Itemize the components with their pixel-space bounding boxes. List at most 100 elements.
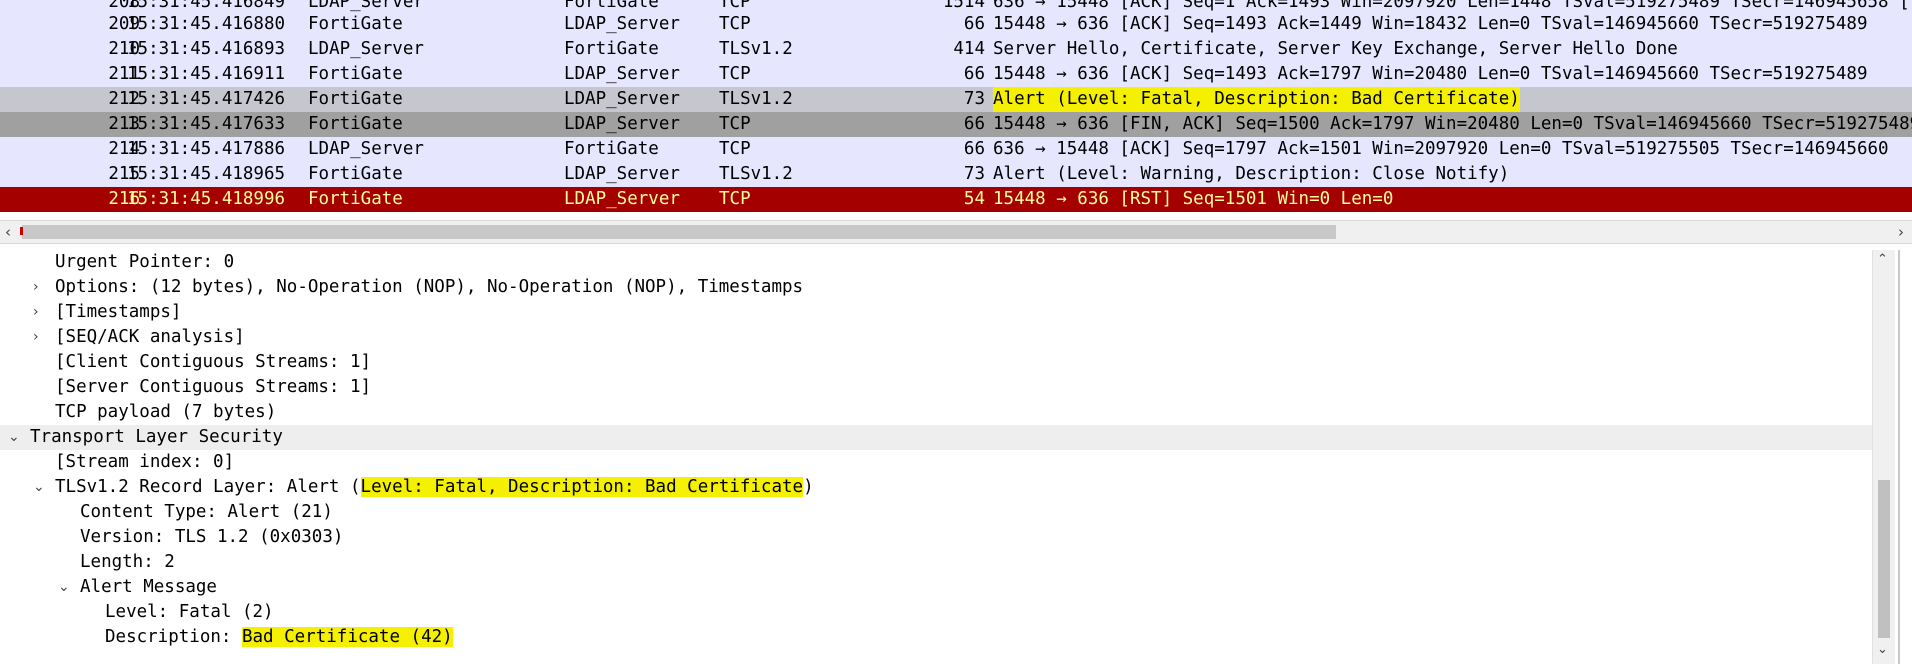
packet-source: FortiGate bbox=[308, 114, 403, 134]
packet-time: 15:31:45.417426 bbox=[127, 89, 286, 109]
detail-text: Options: (12 bytes), No-Operation (NOP),… bbox=[55, 277, 804, 297]
chevron-down-icon[interactable]: ⌄ bbox=[33, 475, 45, 500]
detail-timestamps[interactable]: › [Timestamps] bbox=[0, 300, 1872, 325]
chevron-right-icon[interactable]: › bbox=[33, 300, 39, 325]
detail-text: TLSv1.2 Record Layer: Alert (Level: Fata… bbox=[55, 475, 814, 500]
packet-row-211[interactable]: 211 15:31:45.416911 FortiGate LDAP_Serve… bbox=[0, 62, 1912, 87]
detail-alert-description[interactable]: Description: Bad Certificate (42) bbox=[0, 625, 1872, 650]
detail-server-streams[interactable]: [Server Contiguous Streams: 1] bbox=[0, 375, 1872, 400]
detail-text: Transport Layer Security bbox=[30, 427, 283, 447]
packet-destination: LDAP_Server bbox=[564, 64, 680, 84]
packet-destination: LDAP_Server bbox=[564, 114, 680, 134]
packet-details-tree[interactable]: Urgent Pointer: 0 › Options: (12 bytes),… bbox=[0, 250, 1872, 664]
scroll-down-icon[interactable]: ⌄ bbox=[1877, 642, 1888, 657]
chevron-right-icon[interactable]: › bbox=[33, 275, 39, 300]
detail-text: Level: Fatal (2) bbox=[105, 602, 274, 622]
packet-destination: FortiGate bbox=[564, 39, 659, 59]
record-layer-prefix: TLSv1.2 Record Layer: Alert ( bbox=[55, 477, 361, 497]
detail-text: [Timestamps] bbox=[55, 302, 182, 322]
detail-alert-message[interactable]: ⌄ Alert Message bbox=[0, 575, 1872, 600]
packet-info: 15448 → 636 [RST] Seq=1501 Win=0 Len=0 bbox=[993, 189, 1394, 209]
packet-length: 66 bbox=[963, 139, 985, 159]
record-layer-highlight: Level: Fatal, Description: Bad Certifica… bbox=[360, 477, 804, 497]
description-prefix: Description: bbox=[105, 627, 242, 647]
record-layer-suffix: ) bbox=[803, 477, 814, 497]
packet-time: 15:31:45.417633 bbox=[127, 114, 286, 134]
packet-source: FortiGate bbox=[308, 89, 403, 109]
packet-info: Alert (Level: Warning, Description: Clos… bbox=[993, 164, 1510, 184]
detail-text: TCP payload (7 bytes) bbox=[55, 402, 277, 422]
horizontal-scroll-thumb[interactable] bbox=[22, 225, 1336, 239]
packet-time: 15:31:45.416880 bbox=[127, 14, 286, 34]
detail-seq-ack-analysis[interactable]: › [SEQ/ACK analysis] bbox=[0, 325, 1872, 350]
packet-source: FortiGate bbox=[308, 189, 403, 209]
packet-info: 636 → 15448 [ACK] Seq=1797 Ack=1501 Win=… bbox=[993, 139, 1889, 159]
packet-row-214[interactable]: 214 15:31:45.417886 LDAP_Server FortiGat… bbox=[0, 137, 1912, 162]
packet-length: 414 bbox=[953, 39, 985, 59]
packet-length: 54 bbox=[963, 189, 985, 209]
packet-info: 15448 → 636 [ACK] Seq=1493 Ack=1797 Win=… bbox=[993, 64, 1868, 84]
chevron-down-icon[interactable]: ⌄ bbox=[58, 575, 70, 600]
detail-stream-index[interactable]: [Stream index: 0] bbox=[0, 450, 1872, 475]
packet-destination: LDAP_Server bbox=[564, 89, 680, 109]
packet-no: 209 bbox=[108, 14, 140, 34]
packet-length: 73 bbox=[963, 89, 985, 109]
pane-edge bbox=[1898, 250, 1900, 664]
packet-info: 15448 → 636 [FIN, ACK] Seq=1500 Ack=1797… bbox=[993, 114, 1912, 134]
scroll-left-icon[interactable]: ‹ bbox=[5, 221, 11, 243]
packet-row-215[interactable]: 215 15:31:45.418965 FortiGate LDAP_Serve… bbox=[0, 162, 1912, 187]
packet-destination: LDAP_Server bbox=[564, 189, 680, 209]
detail-client-streams[interactable]: [Client Contiguous Streams: 1] bbox=[0, 350, 1872, 375]
packet-list-horizontal-scrollbar[interactable]: ‹ › bbox=[0, 220, 1912, 244]
chevron-right-icon[interactable]: › bbox=[33, 325, 39, 350]
packet-protocol: TCP bbox=[719, 139, 751, 159]
detail-urgent-pointer[interactable]: Urgent Pointer: 0 bbox=[0, 250, 1872, 275]
packet-source: FortiGate bbox=[308, 164, 403, 184]
detail-text: Version: TLS 1.2 (0x0303) bbox=[80, 527, 344, 547]
detail-length[interactable]: Length: 2 bbox=[0, 550, 1872, 575]
packet-row-210[interactable]: 210 15:31:45.416893 LDAP_Server FortiGat… bbox=[0, 37, 1912, 62]
packet-row-209[interactable]: 209 15:31:45.416880 FortiGate LDAP_Serve… bbox=[0, 12, 1912, 37]
packet-row-213[interactable]: 213 15:31:45.417633 FortiGate LDAP_Serve… bbox=[0, 112, 1912, 137]
packet-info-highlighted: Alert (Level: Fatal, Description: Bad Ce… bbox=[993, 87, 1520, 112]
packet-no: 216 bbox=[108, 189, 140, 209]
packet-length: 66 bbox=[963, 114, 985, 134]
detail-text: Alert Message bbox=[80, 577, 217, 597]
description-highlight: Bad Certificate (42) bbox=[241, 627, 453, 647]
detail-content-type[interactable]: Content Type: Alert (21) bbox=[0, 500, 1872, 525]
packet-list[interactable]: 208 15:31:45.416849 LDAP_Server FortiGat… bbox=[0, 0, 1912, 214]
detail-transport-layer-security[interactable]: ⌄ Transport Layer Security bbox=[0, 425, 1872, 450]
detail-text: [SEQ/ACK analysis] bbox=[55, 327, 245, 347]
detail-version[interactable]: Version: TLS 1.2 (0x0303) bbox=[0, 525, 1872, 550]
packet-destination: LDAP_Server bbox=[564, 164, 680, 184]
packet-length: 66 bbox=[963, 14, 985, 34]
detail-tls-record-layer[interactable]: ⌄ TLSv1.2 Record Layer: Alert (Level: Fa… bbox=[0, 475, 1872, 500]
packet-no: 211 bbox=[108, 64, 140, 84]
packet-no: 214 bbox=[108, 139, 140, 159]
packet-row-216-rst[interactable]: 216 15:31:45.418996 FortiGate LDAP_Serve… bbox=[0, 187, 1912, 212]
packet-protocol: TCP bbox=[719, 64, 751, 84]
packet-protocol: TLSv1.2 bbox=[719, 164, 793, 184]
detail-tcp-payload[interactable]: TCP payload (7 bytes) bbox=[0, 400, 1872, 425]
detail-text: Length: 2 bbox=[80, 552, 175, 572]
detail-text: Urgent Pointer: 0 bbox=[55, 252, 235, 272]
packet-no: 212 bbox=[108, 89, 140, 109]
packet-protocol: TLSv1.2 bbox=[719, 89, 793, 109]
packet-protocol: TCP bbox=[719, 14, 751, 34]
scroll-up-icon[interactable]: ⌃ bbox=[1877, 252, 1888, 267]
packet-destination: FortiGate bbox=[564, 139, 659, 159]
details-vertical-scrollbar[interactable]: ⌃ ⌄ bbox=[1872, 250, 1895, 664]
packet-time: 15:31:45.418996 bbox=[127, 189, 286, 209]
packet-info: 15448 → 636 [ACK] Seq=1493 Ack=1449 Win=… bbox=[993, 14, 1868, 34]
packet-source: LDAP_Server bbox=[308, 139, 424, 159]
detail-options[interactable]: › Options: (12 bytes), No-Operation (NOP… bbox=[0, 275, 1872, 300]
scroll-right-icon[interactable]: › bbox=[1898, 221, 1904, 243]
vertical-scroll-thumb[interactable] bbox=[1878, 480, 1890, 638]
packet-length: 73 bbox=[963, 164, 985, 184]
detail-text: [Server Contiguous Streams: 1] bbox=[55, 377, 372, 397]
packet-source: LDAP_Server bbox=[308, 39, 424, 59]
detail-alert-level[interactable]: Level: Fatal (2) bbox=[0, 600, 1872, 625]
packet-row-212-selected[interactable]: 212 15:31:45.417426 FortiGate LDAP_Serve… bbox=[0, 87, 1912, 112]
chevron-down-icon[interactable]: ⌄ bbox=[8, 425, 20, 450]
detail-text: [Stream index: 0] bbox=[55, 452, 235, 472]
